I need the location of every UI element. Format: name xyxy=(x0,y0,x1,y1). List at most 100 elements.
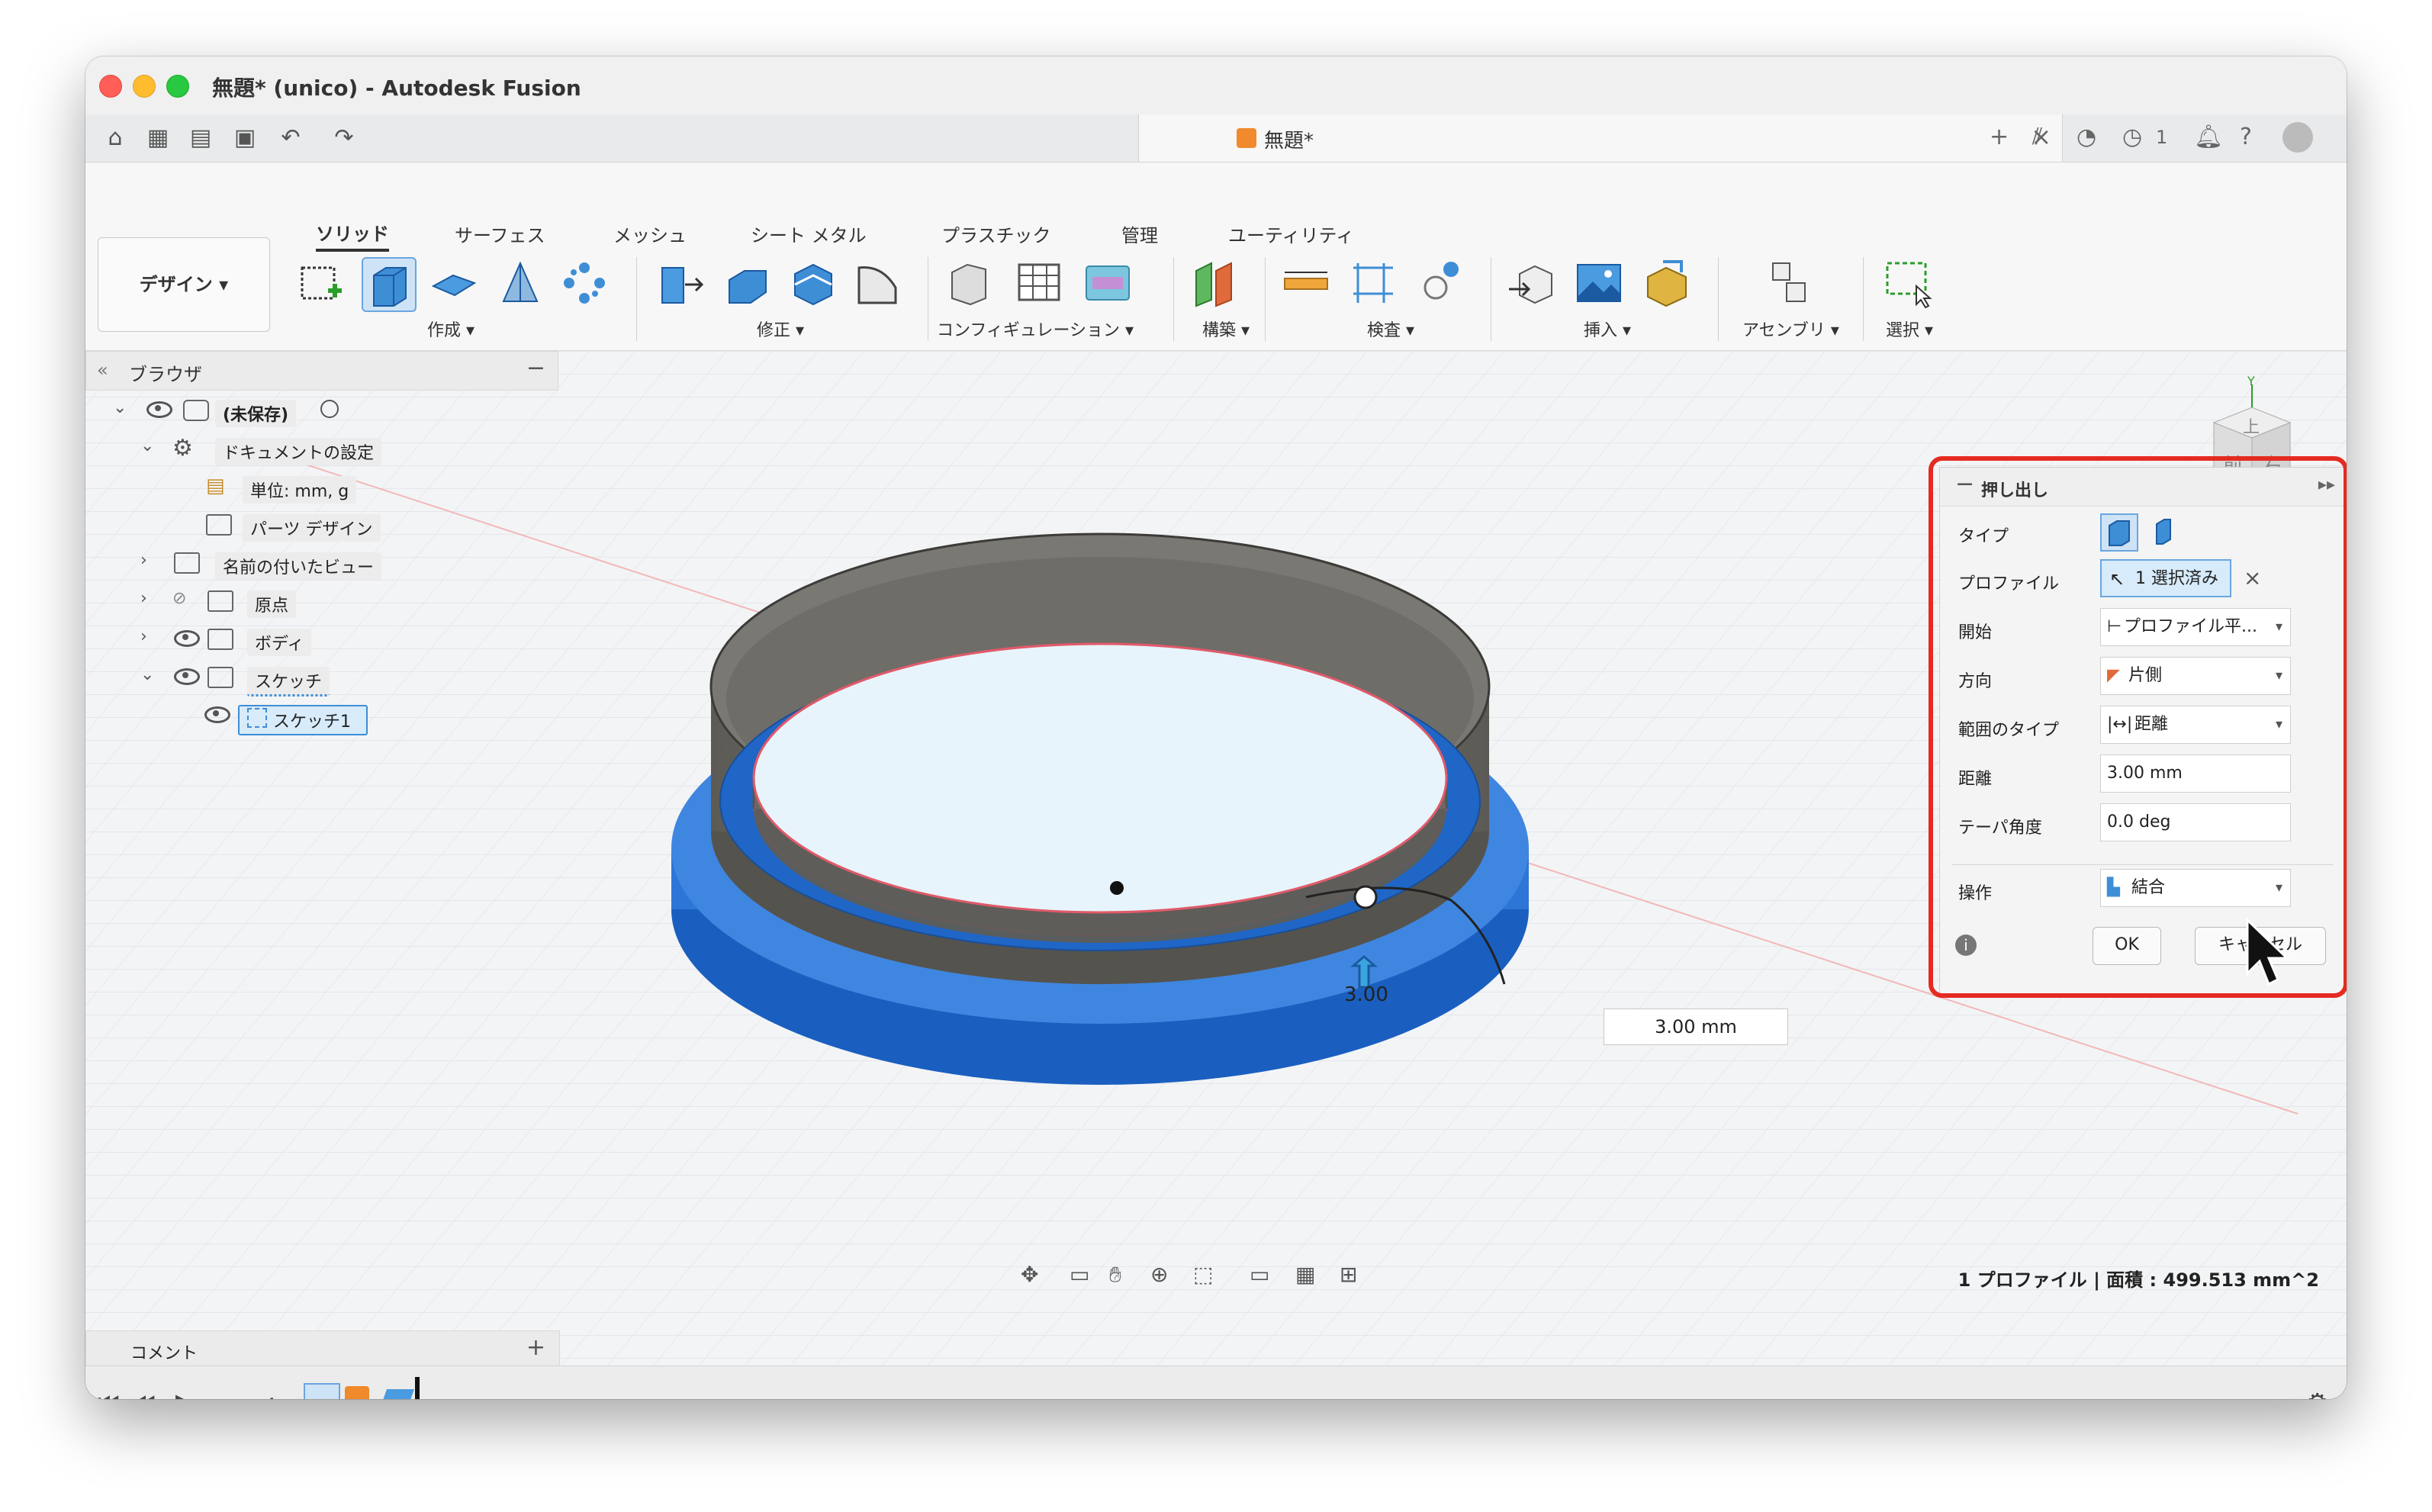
press-pull-tool[interactable] xyxy=(655,257,706,309)
visibility-eye-icon[interactable] xyxy=(204,706,230,723)
tree-doc-settings[interactable]: ⌄ ⚙ ドキュメントの設定 xyxy=(85,432,558,465)
loft-tool[interactable] xyxy=(494,257,546,309)
insert-derive-tool[interactable] xyxy=(1506,257,1558,309)
tab-solid[interactable]: ソリッド xyxy=(316,219,389,252)
user-avatar[interactable] xyxy=(2282,122,2313,153)
online-status-icon[interactable]: ◔ xyxy=(2077,124,2096,150)
group-modify[interactable]: 修正 ▾ xyxy=(757,317,804,341)
new-tab-icon[interactable]: + xyxy=(1990,124,2009,150)
file-menu-icon[interactable]: ▤ xyxy=(186,124,215,153)
viewports-icon[interactable]: ⊞ xyxy=(1340,1262,1357,1287)
play-icon[interactable]: ▶ xyxy=(175,1388,195,1399)
create-sketch-tool[interactable] xyxy=(294,257,346,309)
group-create[interactable]: 作成 ▾ xyxy=(427,317,474,341)
timeline-settings-gear-icon[interactable]: ⚙ xyxy=(2306,1388,2328,1399)
look-at-icon[interactable]: ▭ xyxy=(1070,1262,1089,1287)
tree-sketch1[interactable]: スケッチ1 xyxy=(85,699,558,735)
tree-design-type[interactable]: パーツ デザイン xyxy=(85,508,558,542)
comment-panel[interactable]: コメント + xyxy=(85,1330,560,1367)
job-status-icon[interactable]: ◷ xyxy=(2122,124,2142,150)
fit-icon[interactable]: ⬚ xyxy=(1193,1262,1213,1287)
visibility-eye-icon[interactable] xyxy=(174,630,200,647)
section-analysis-tool[interactable] xyxy=(1414,257,1466,309)
group-assemble[interactable]: アセンブリ ▾ xyxy=(1742,317,1839,341)
go-to-start-icon[interactable]: ⏮︎ xyxy=(98,1388,120,1399)
timeline-current-feature[interactable] xyxy=(378,1389,415,1399)
timeline-extrude-feature[interactable] xyxy=(345,1386,369,1399)
data-panel-icon[interactable]: ▦ xyxy=(143,124,172,153)
extrude-preview-body[interactable] xyxy=(671,532,1529,1085)
fillet-tool[interactable] xyxy=(722,257,774,309)
group-select[interactable]: 選択 ▾ xyxy=(1886,317,1933,341)
home-icon[interactable]: ⌂ xyxy=(101,124,130,153)
distance-input-box[interactable]: 3.00 mm xyxy=(1604,1009,1788,1045)
tab-utilities[interactable]: ユーティリティ xyxy=(1228,220,1354,247)
chevron-down-icon[interactable]: ⌄ xyxy=(140,436,154,455)
chevron-right-icon[interactable]: › xyxy=(140,551,147,570)
tab-plastic[interactable]: プラスチック xyxy=(941,220,1051,247)
configuration-table-tool[interactable] xyxy=(1013,257,1065,309)
group-configuration[interactable]: コンフィギュレーション ▾ xyxy=(937,317,1134,341)
dimension-handle[interactable] xyxy=(1353,885,1378,909)
pan-icon[interactable]: ✋︎ xyxy=(1109,1262,1121,1288)
minimize-window-button[interactable] xyxy=(133,75,156,98)
pattern-tool[interactable] xyxy=(558,257,610,309)
zoom-window-button[interactable] xyxy=(166,75,189,98)
step-back-icon[interactable]: ⏪︎ xyxy=(136,1388,156,1399)
timeline-sketch-feature[interactable] xyxy=(304,1383,340,1399)
redo-icon[interactable]: ↷ xyxy=(330,124,359,153)
visibility-eye-icon[interactable] xyxy=(174,668,200,685)
extensions-icon[interactable]: ⫽ xyxy=(2032,124,2042,150)
chevron-right-icon[interactable]: › xyxy=(140,627,147,646)
select-tool[interactable] xyxy=(1883,257,1935,309)
tree-bodies[interactable]: › ボディ xyxy=(85,622,558,656)
zoom-icon[interactable]: ⊕ xyxy=(1150,1262,1168,1287)
view-cube-top[interactable]: 上 xyxy=(2243,413,2260,438)
add-comment-icon[interactable]: + xyxy=(526,1334,545,1361)
tab-manage[interactable]: 管理 xyxy=(1121,220,1158,247)
step-forward-icon[interactable]: ⏩︎ xyxy=(212,1388,232,1399)
group-inspect[interactable]: 検査 ▾ xyxy=(1367,317,1414,341)
tree-sketches[interactable]: ⌄ スケッチ xyxy=(85,661,558,696)
save-icon[interactable]: ▣ xyxy=(230,124,259,153)
revolve-tool[interactable] xyxy=(427,257,479,309)
tree-units[interactable]: ▤ 単位: mm, g xyxy=(85,470,558,503)
shell-tool[interactable] xyxy=(787,257,839,309)
tree-named-views[interactable]: › 名前の付いたビュー xyxy=(85,546,558,580)
collapse-browser-icon[interactable]: « xyxy=(97,359,108,381)
group-construct[interactable]: 構築 ▾ xyxy=(1202,317,1250,341)
close-window-button[interactable] xyxy=(99,75,122,98)
measure-tool[interactable] xyxy=(1280,257,1332,309)
insert-mcmaster-tool[interactable] xyxy=(1640,257,1692,309)
orbit-icon[interactable]: ✥ xyxy=(1021,1262,1038,1287)
tab-sheet-metal[interactable]: シート メタル xyxy=(751,220,867,247)
document-tab[interactable]: 無題* × xyxy=(1138,114,2063,162)
tree-origin[interactable]: › ⊘ 原点 xyxy=(85,584,558,618)
chamfer-tool[interactable] xyxy=(851,257,903,309)
tab-surface[interactable]: サーフェス xyxy=(455,220,545,247)
interference-tool[interactable] xyxy=(1347,257,1399,309)
extrude-tool[interactable] xyxy=(362,257,417,312)
notification-bell-icon[interactable]: 🔔︎ xyxy=(2194,124,2223,150)
display-settings-icon[interactable]: ▭ xyxy=(1250,1262,1269,1287)
grid-settings-icon[interactable]: ▦ xyxy=(1295,1262,1315,1287)
tree-root[interactable]: ⌄ (未保存) xyxy=(85,394,558,427)
hidden-eye-icon[interactable]: ⊘ xyxy=(172,589,186,608)
browser-minimize-icon[interactable]: − xyxy=(526,355,545,381)
tab-mesh[interactable]: メッシュ xyxy=(613,220,687,247)
undo-icon[interactable]: ↶ xyxy=(276,124,305,153)
visibility-eye-icon[interactable] xyxy=(146,401,172,418)
timeline-marker[interactable] xyxy=(415,1377,420,1399)
activate-radio-icon[interactable] xyxy=(320,400,339,418)
chevron-down-icon[interactable]: ⌄ xyxy=(113,398,127,417)
workspace-switcher[interactable]: デザイン ▾ xyxy=(98,237,270,332)
configure-tool[interactable] xyxy=(944,257,996,309)
go-to-end-icon[interactable]: ⏭︎ xyxy=(252,1388,274,1399)
group-insert[interactable]: 挿入 ▾ xyxy=(1584,317,1631,341)
configuration-rule-tool[interactable] xyxy=(1082,257,1134,309)
offset-plane-tool[interactable] xyxy=(1189,257,1240,309)
chevron-right-icon[interactable]: › xyxy=(140,589,147,608)
new-component-tool[interactable] xyxy=(1764,257,1816,309)
chevron-down-icon[interactable]: ⌄ xyxy=(140,665,154,684)
insert-canvas-tool[interactable] xyxy=(1573,257,1625,309)
